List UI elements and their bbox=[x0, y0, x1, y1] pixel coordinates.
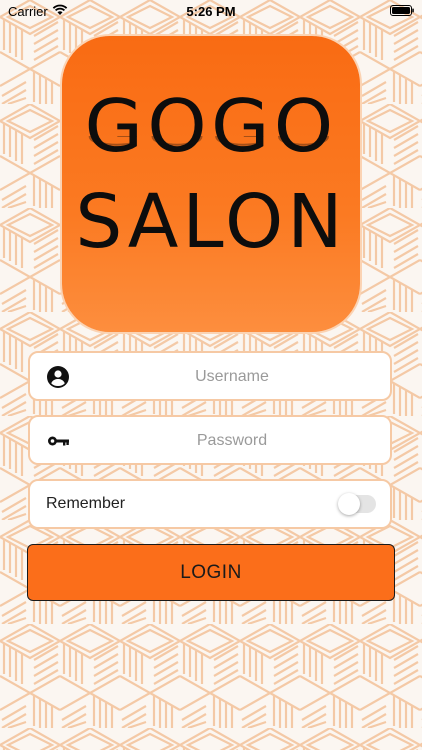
remember-toggle-knob bbox=[338, 493, 360, 515]
remember-row: Remember bbox=[28, 479, 392, 529]
status-time: 5:26 PM bbox=[186, 4, 236, 19]
status-bar: Carrier 5:26 PM bbox=[0, 0, 422, 22]
login-button[interactable]: LOGIN bbox=[27, 544, 395, 601]
key-icon bbox=[48, 436, 69, 446]
password-input[interactable] bbox=[80, 417, 384, 465]
remember-label: Remember bbox=[46, 495, 126, 512]
remember-toggle[interactable] bbox=[338, 493, 376, 515]
app-logo: GOGO GOGO SALON bbox=[62, 36, 360, 332]
username-field[interactable] bbox=[28, 351, 392, 401]
user-circle-icon bbox=[47, 366, 69, 388]
password-field[interactable] bbox=[28, 415, 392, 465]
logo-text-line1: GOGO bbox=[84, 84, 338, 168]
username-input[interactable] bbox=[80, 353, 384, 401]
logo-text-reflection: GOGO bbox=[55, 136, 368, 150]
battery-icon bbox=[390, 5, 414, 16]
logo-text-line2: SALON bbox=[75, 179, 347, 265]
